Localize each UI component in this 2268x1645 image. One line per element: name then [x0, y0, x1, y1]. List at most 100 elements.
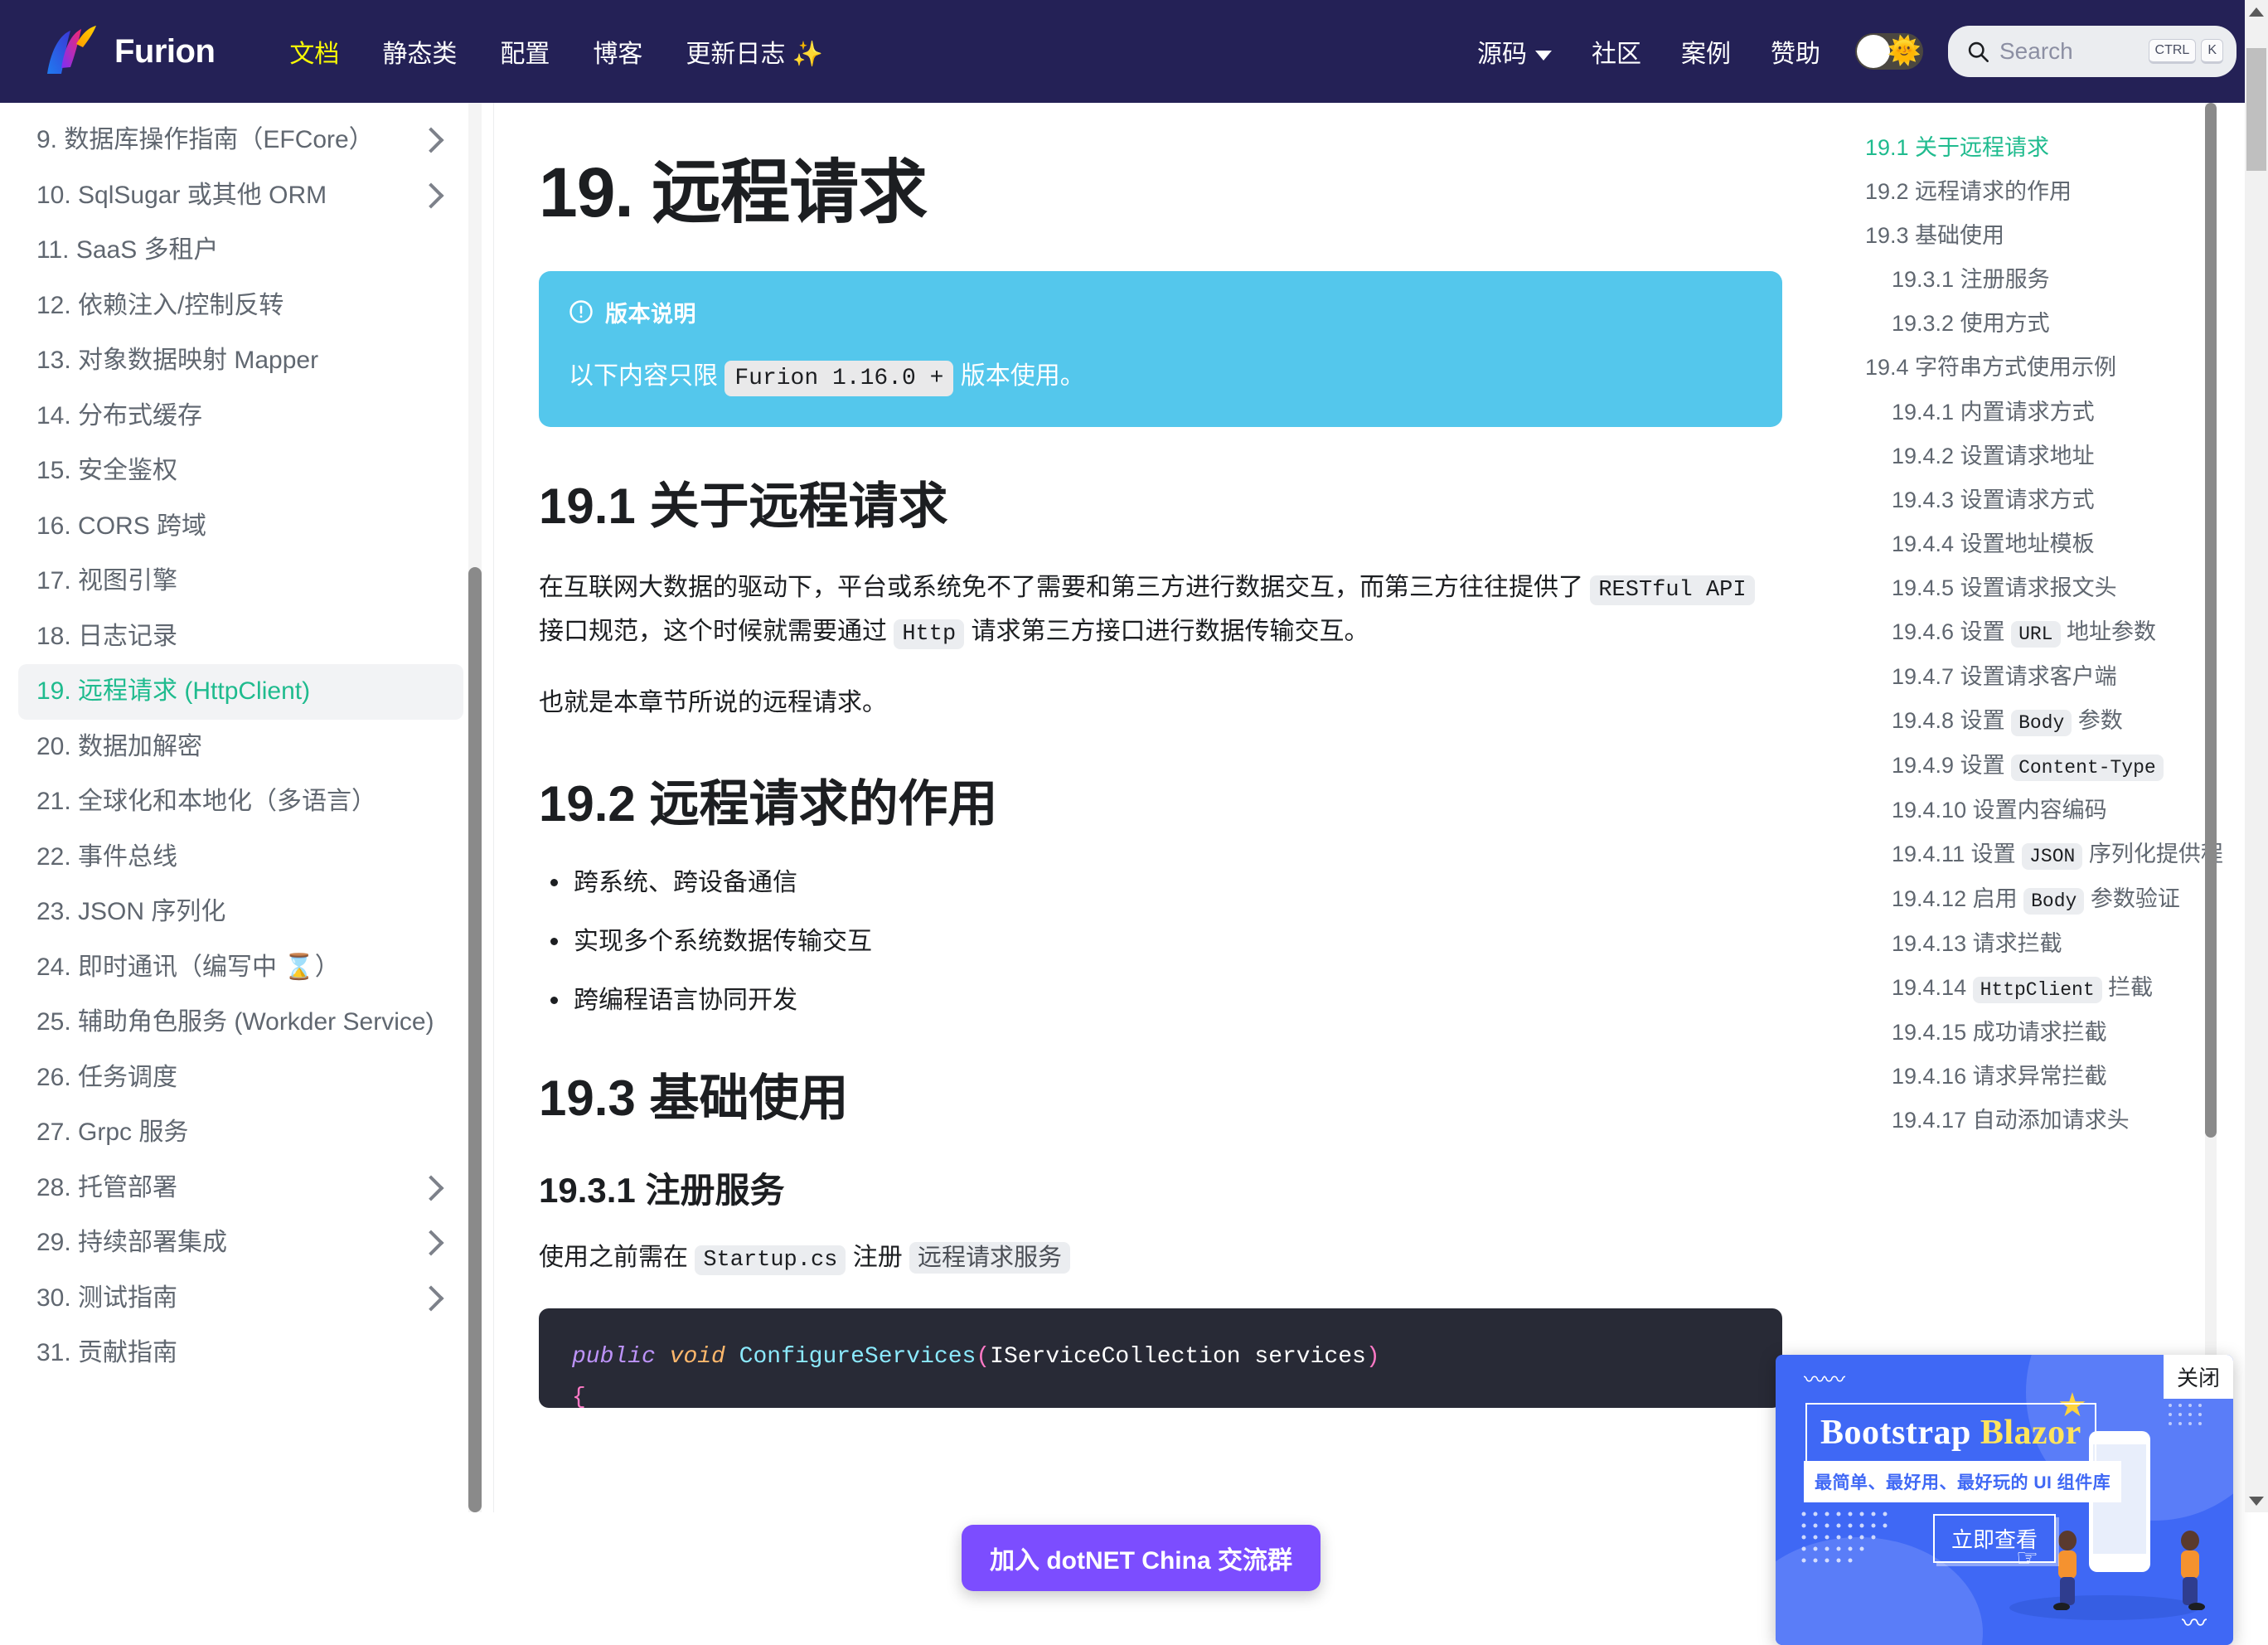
ad-title: Bootstrap Blazor — [1805, 1403, 2096, 1463]
admonition-title: 版本说明 — [605, 301, 696, 327]
toc-item-19-1[interactable]: 19.1 关于远程请求 — [1865, 126, 2210, 170]
sidebar-item-efcore[interactable]: 9. 数据库操作指南（EFCore） — [18, 113, 463, 168]
brand-home-link[interactable]: Furion — [43, 22, 216, 80]
toc-item-19-3[interactable]: 19.3 基础使用 — [1865, 214, 2210, 258]
toc-list: 19.1 关于远程请求 19.2 远程请求的作用 19.3 基础使用 19.3.… — [1837, 126, 2243, 1143]
toc-item-19-4-1[interactable]: 19.4.1 内置请求方式 — [1865, 391, 2210, 434]
chevron-down-icon — [1535, 51, 1552, 61]
toc-item-suffix: 参数验证 — [2084, 886, 2180, 911]
sidebar-item-deploy[interactable]: 28. 托管部署 — [18, 1161, 463, 1216]
list-item: 跨系统、跨设备通信 — [539, 864, 1782, 901]
paragraph-intro-part-c: 请求第三方接口进行数据传输交互。 — [964, 617, 1369, 645]
heading-19-3: 19.3 基础使用 — [539, 1070, 849, 1126]
sidebar-item-label: 28. 托管部署 — [36, 1173, 178, 1201]
toc-item-19-4-17[interactable]: 19.4.17 自动添加请求头 — [1865, 1099, 2210, 1143]
nav-link-blog[interactable]: 博客 — [571, 25, 664, 78]
toc-item-19-4-12[interactable]: 19.4.12 启用 Body 参数验证 — [1865, 877, 2210, 922]
nav-link-statics[interactable]: 静态类 — [361, 25, 478, 78]
sidebar-item-label: 10. SqlSugar 或其他 ORM — [36, 181, 327, 209]
sidebar-item-label: 24. 即时通讯（编写中 ⌛） — [36, 953, 340, 981]
toc-item-19-4-6[interactable]: 19.4.6 设置 URL 地址参数 — [1865, 610, 2210, 655]
advertisement-banner[interactable]: 〰〰 ★ Bootstrap Blazor 最简单、最好用、最好玩的 UI 组件… — [1776, 1355, 2233, 1645]
sidebar-item-cicd[interactable]: 29. 持续部署集成 — [18, 1216, 463, 1271]
window-scrollbar[interactable] — [2245, 0, 2268, 1512]
nav-link-sponsor[interactable]: 赞助 — [1751, 25, 1840, 78]
sidebar-item-label: 26. 任务调度 — [36, 1063, 178, 1091]
sidebar-item-logging[interactable]: 18. 日志记录 — [18, 609, 463, 665]
inline-code-body-validate: Body — [2023, 887, 2085, 915]
sidebar-item-crypto[interactable]: 20. 数据加解密 — [18, 720, 463, 775]
toc-scrollbar-thumb[interactable] — [2205, 103, 2217, 1138]
sidebar-item-testing[interactable]: 30. 测试指南 — [18, 1271, 463, 1327]
sidebar-item-sqlsugar[interactable]: 10. SqlSugar 或其他 ORM — [18, 168, 463, 224]
sidebar-item-eventbus[interactable]: 22. 事件总线 — [18, 830, 463, 886]
nav-link-docs[interactable]: 文档 — [268, 25, 361, 78]
toc-item-19-4-5[interactable]: 19.4.5 设置请求报文头 — [1865, 566, 2210, 610]
sidebar-item-saas[interactable]: 11. SaaS 多租户 — [18, 223, 463, 279]
code-token-public: public — [572, 1343, 656, 1370]
join-dotnet-china-button[interactable]: 加入 dotNET China 交流群 — [962, 1525, 1321, 1591]
nav-link-cases[interactable]: 案例 — [1661, 25, 1751, 78]
sidebar-item-httpclient[interactable]: 19. 远程请求 (HttpClient) — [18, 664, 463, 720]
nav-link-community[interactable]: 社区 — [1572, 25, 1661, 78]
wave-icon: 〰 — [2182, 1610, 2207, 1638]
search-input[interactable]: Search CTRL K — [1948, 26, 2236, 77]
toc-item-19-4-11[interactable]: 19.4.11 设置 JSON 序列化提供程 — [1865, 832, 2223, 877]
toc-item-19-4-4[interactable]: 19.4.4 设置地址模板 — [1865, 522, 2210, 566]
sidebar-item-label: 31. 贡献指南 — [36, 1339, 178, 1366]
window-scrollbar-thumb[interactable] — [2246, 48, 2266, 171]
sidebar-item-im[interactable]: 24. 即时通讯（编写中 ⌛） — [18, 940, 463, 996]
nav-link-config[interactable]: 配置 — [478, 25, 571, 78]
list-item: 跨编程语言协同开发 — [539, 982, 1782, 1019]
sidebar-item-worker[interactable]: 25. 辅助角色服务 (Workder Service) — [18, 995, 463, 1051]
sidebar-item-mapper[interactable]: 13. 对象数据映射 Mapper — [18, 333, 463, 389]
toc-item-19-4-14[interactable]: 19.4.14 HttpClient 拦截 — [1865, 966, 2210, 1011]
ad-subtitle: 最简单、最好用、最好玩的 UI 组件库 — [1804, 1461, 2122, 1502]
toc-item-19-4-10[interactable]: 19.4.10 设置内容编码 — [1865, 789, 2210, 832]
sidebar-item-cors[interactable]: 16. CORS 跨域 — [18, 499, 463, 555]
sidebar-item-auth[interactable]: 15. 安全鉴权 — [18, 444, 463, 499]
sidebar-item-di[interactable]: 12. 依赖注入/控制反转 — [18, 279, 463, 334]
version-admonition: 版本说明 以下内容只限 Furion 1.16.0 + 版本使用。 — [539, 270, 1782, 428]
toc-item-19-4-3[interactable]: 19.4.3 设置请求方式 — [1865, 478, 2210, 522]
sidebar-scrollbar-thumb[interactable] — [468, 567, 482, 1512]
sidebar-item-viewengine[interactable]: 17. 视图引擎 — [18, 554, 463, 609]
toc-item-19-3-1[interactable]: 19.3.1 注册服务 — [1865, 258, 2210, 302]
scroll-down-arrow-icon[interactable] — [2245, 1489, 2268, 1512]
toc-item-19-4-2[interactable]: 19.4.2 设置请求地址 — [1865, 434, 2210, 478]
sidebar-item-scheduler[interactable]: 26. 任务调度 — [18, 1051, 463, 1106]
scroll-up-arrow-icon[interactable] — [2245, 0, 2268, 23]
sidebar-item-contributing[interactable]: 31. 贡献指南 — [18, 1326, 463, 1381]
theme-toggle-knob — [1857, 35, 1890, 68]
toc-item-19-4[interactable]: 19.4 字符串方式使用示例 — [1865, 346, 2210, 390]
chevron-right-icon — [418, 1230, 444, 1256]
toc-item-19-4-15[interactable]: 19.4.15 成功请求拦截 — [1865, 1011, 2210, 1055]
toc-item-19-4-16[interactable]: 19.4.16 请求异常拦截 — [1865, 1055, 2210, 1099]
toc-item-19-4-8[interactable]: 19.4.8 设置 Body 参数 — [1865, 699, 2210, 744]
sidebar-item-json[interactable]: 23. JSON 序列化 — [18, 885, 463, 940]
sidebar-item-label: 21. 全球化和本地化（多语言） — [36, 788, 377, 815]
nav-link-changelog[interactable]: 更新日志 ✨ — [664, 25, 845, 78]
toc-item-19-3-2[interactable]: 19.3.2 使用方式 — [1865, 302, 2210, 346]
furion-logo-icon — [43, 22, 101, 80]
sidebar-item-label: 12. 依赖注入/控制反转 — [36, 291, 284, 319]
sidebar-item-i18n[interactable]: 21. 全球化和本地化（多语言） — [18, 774, 463, 830]
code-block-configure-services[interactable]: public void ConfigureServices(IServiceCo… — [539, 1308, 1782, 1408]
inline-code-json: JSON — [2022, 842, 2083, 870]
page-title: 19. 远程请求 — [539, 153, 928, 231]
docs-sidebar-list: 9. 数据库操作指南（EFCore） 10. SqlSugar 或其他 ORM … — [0, 103, 493, 1415]
sidebar-item-cache[interactable]: 14. 分布式缓存 — [18, 389, 463, 444]
toc-item-suffix: 地址参数 — [2060, 619, 2157, 645]
sidebar-item-label: 22. 事件总线 — [36, 842, 178, 871]
toc-item-19-2[interactable]: 19.2 远程请求的作用 — [1865, 170, 2210, 214]
sidebar-item-label: 11. SaaS 多租户 — [36, 236, 219, 264]
toc-item-19-4-7[interactable]: 19.4.7 设置请求客户端 — [1865, 655, 2210, 699]
sidebar-item-grpc[interactable]: 27. Grpc 服务 — [18, 1105, 463, 1161]
paragraph-intro-part-a: 在互联网大数据的驱动下，平台或系统免不了需要和第三方进行数据交互，而第三方往往提… — [539, 574, 1591, 602]
sidebar-item-label: 17. 视图引擎 — [36, 567, 178, 594]
toc-item-19-4-9[interactable]: 19.4.9 设置 Content-Type — [1865, 744, 2210, 789]
ad-close-button[interactable]: 关闭 — [2163, 1355, 2233, 1399]
toc-item-19-4-13[interactable]: 19.4.13 请求拦截 — [1865, 922, 2210, 966]
theme-toggle[interactable]: 🌞 — [1855, 33, 1923, 70]
nav-link-source[interactable]: 源码 — [1457, 25, 1572, 78]
